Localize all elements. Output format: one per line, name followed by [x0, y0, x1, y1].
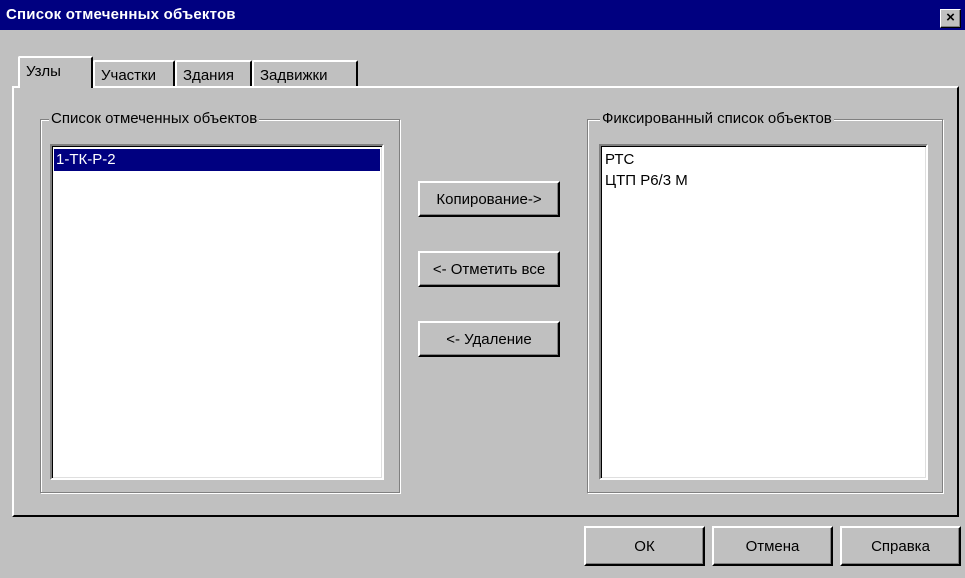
help-button[interactable]: Справка: [840, 526, 961, 566]
delete-button[interactable]: <- Удаление: [418, 321, 560, 357]
tab-uzly[interactable]: Узлы: [18, 56, 93, 88]
close-button[interactable]: ×: [940, 9, 961, 28]
list-item[interactable]: ЦТП Р6/3 М: [603, 170, 924, 192]
marked-objects-list[interactable]: 1-ТК-Р-2: [50, 144, 384, 480]
cancel-button-label: Отмена: [745, 537, 800, 555]
ok-button[interactable]: ОК: [584, 526, 705, 566]
copy-button[interactable]: Копирование->: [418, 181, 560, 217]
mark-all-button-label: <- Отметить все: [432, 260, 546, 278]
tab-label: Задвижки: [260, 67, 328, 84]
delete-button-label: <- Удаление: [446, 330, 532, 348]
close-icon: ×: [946, 9, 955, 26]
tab-label: Участки: [101, 67, 156, 84]
tab-uchastki[interactable]: Участки: [93, 60, 175, 88]
tab-label: Узлы: [26, 63, 61, 80]
fixed-objects-group-label: Фиксированный список объектов: [600, 110, 834, 127]
marked-objects-group-label: Список отмеченных объектов: [49, 110, 260, 127]
tab-label: Здания: [183, 67, 234, 84]
copy-button-label: Копирование->: [436, 190, 542, 208]
marked-objects-group: Список отмеченных объектов 1-ТК-Р-2: [40, 110, 400, 493]
mark-all-button[interactable]: <- Отметить все: [418, 251, 560, 287]
list-item[interactable]: 1-ТК-Р-2: [54, 149, 380, 171]
title-bar[interactable]: Список отмеченных объектов ×: [0, 0, 965, 30]
fixed-objects-group: Фиксированный список объектов РТС ЦТП Р6…: [587, 110, 943, 493]
dialog-window: Список отмеченных объектов × Узлы Участк…: [0, 0, 965, 578]
tab-zadvizhki[interactable]: Задвижки: [252, 60, 358, 88]
help-button-label: Справка: [871, 537, 930, 555]
ok-button-label: ОК: [634, 537, 655, 555]
tab-panel: Список отмеченных объектов 1-ТК-Р-2 Копи…: [12, 86, 959, 517]
window-title: Список отмеченных объектов: [6, 6, 236, 23]
fixed-objects-list[interactable]: РТС ЦТП Р6/3 М: [599, 144, 928, 480]
list-item[interactable]: РТС: [603, 149, 924, 171]
cancel-button[interactable]: Отмена: [712, 526, 833, 566]
tab-zdaniya[interactable]: Здания: [175, 60, 252, 88]
